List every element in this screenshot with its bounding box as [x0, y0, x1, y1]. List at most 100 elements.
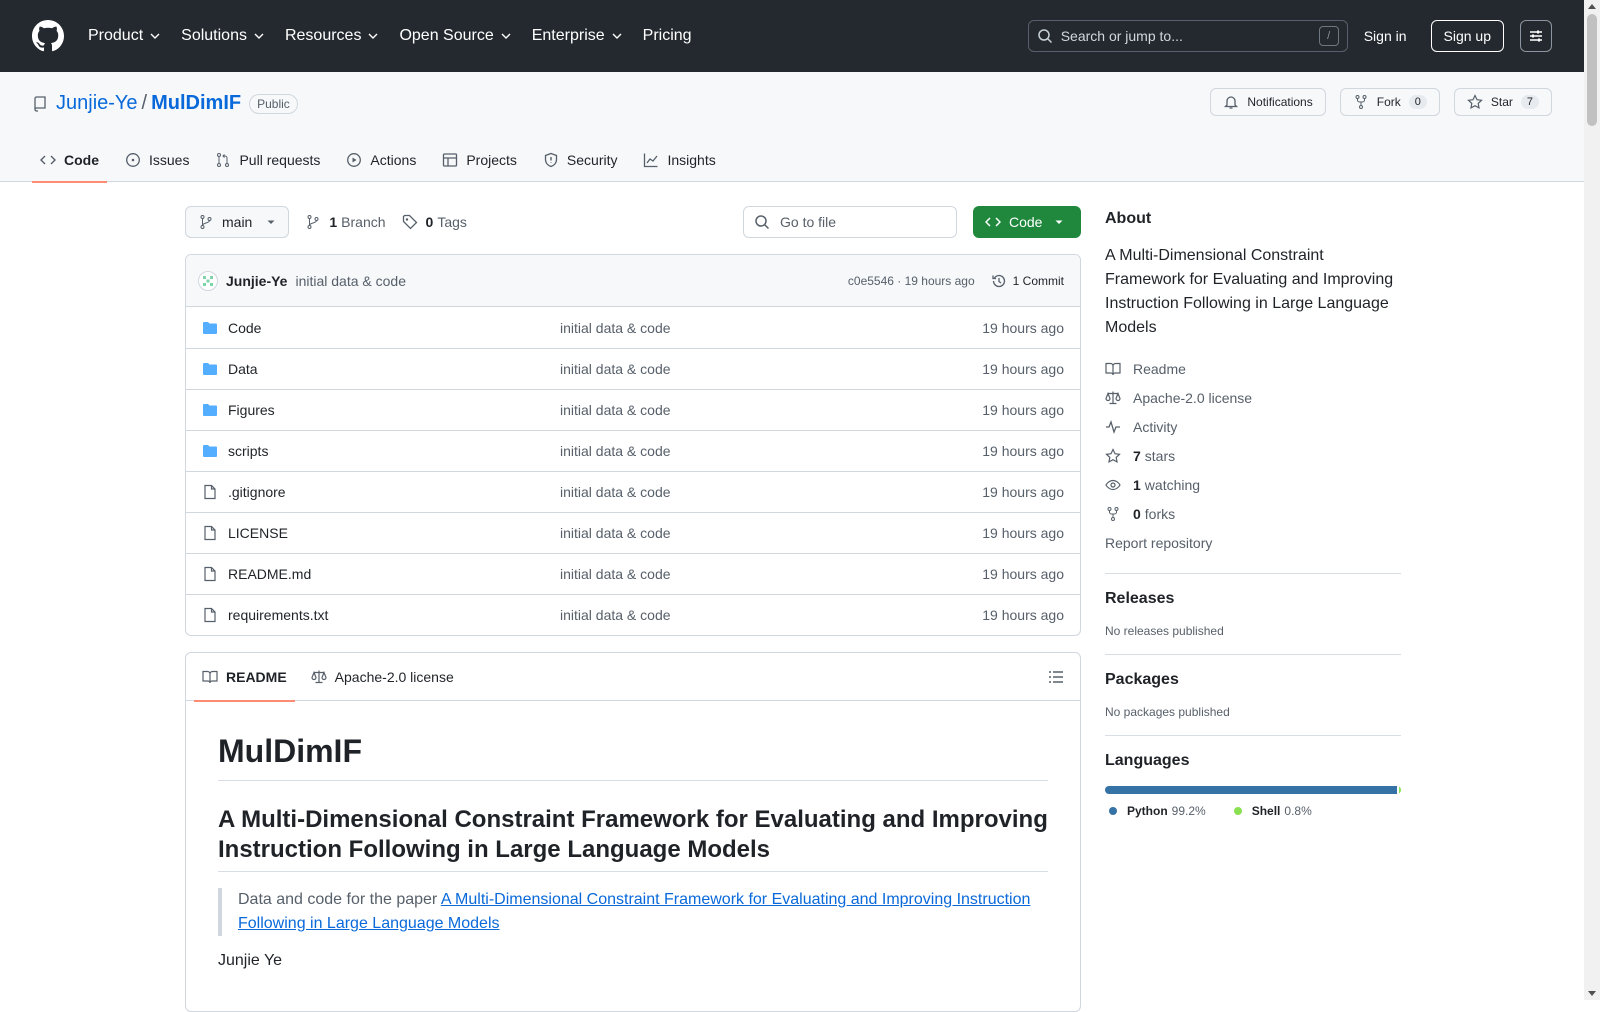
tab-insights[interactable]: Insights	[635, 138, 723, 182]
language-item[interactable]: Shell 0.8%	[1230, 804, 1312, 818]
activity-link[interactable]: Activity	[1105, 412, 1401, 441]
file-icon	[202, 484, 220, 500]
file-name-link[interactable]: Data	[228, 361, 560, 377]
nav-product[interactable]: Product	[88, 27, 161, 45]
file-commit-message[interactable]: initial data & code	[560, 361, 982, 377]
tab-issues[interactable]: Issues	[117, 138, 197, 182]
file-age: 19 hours ago	[982, 319, 1064, 336]
file-name-link[interactable]: LICENSE	[228, 525, 560, 541]
list-outline-icon[interactable]	[1048, 669, 1064, 685]
table-row[interactable]: Data initial data & code 19 hours ago	[186, 348, 1080, 389]
repo-icon	[32, 95, 48, 112]
stars-link[interactable]: 7 stars	[1105, 441, 1401, 470]
table-row[interactable]: requirements.txt initial data & code 19 ho…	[186, 594, 1080, 635]
file-name-link[interactable]: Figures	[228, 402, 560, 418]
book-icon	[202, 669, 218, 685]
commit-message[interactable]: initial data & code	[295, 273, 406, 289]
scroll-down-icon[interactable]	[1588, 991, 1596, 996]
caret-down-icon	[266, 217, 276, 227]
readme-link[interactable]: Readme	[1105, 354, 1401, 383]
tab-readme[interactable]: README	[194, 653, 295, 702]
sign-in-link[interactable]: Sign in	[1364, 28, 1407, 44]
table-row[interactable]: .gitignore initial data & code 19 hours ag…	[186, 471, 1080, 512]
file-commit-message[interactable]: initial data & code	[560, 443, 982, 459]
avatar[interactable]	[198, 270, 218, 291]
scroll-up-icon[interactable]	[1588, 4, 1596, 9]
table-row[interactable]: Figures initial data & code 19 hours ago	[186, 389, 1080, 430]
watchers-link[interactable]: 1 watching	[1105, 470, 1401, 499]
tab-pull-requests[interactable]: Pull requests	[207, 138, 328, 182]
repo-owner-link[interactable]: Junjie-Ye	[56, 92, 138, 115]
packages-empty-text: No packages published	[1105, 705, 1230, 719]
forks-link[interactable]: 0 forks	[1105, 499, 1401, 528]
star-label: Star	[1490, 95, 1513, 109]
scroll-thumb[interactable]	[1587, 14, 1597, 126]
nav-label: Enterprise	[531, 27, 605, 44]
commit-hash-time[interactable]: c0e5546 · 19 hours ago	[848, 274, 975, 288]
commits-link[interactable]: 1 Commit	[991, 273, 1064, 289]
nav-resources[interactable]: Resources	[285, 27, 379, 45]
readme-subtitle: A Multi-Dimensional Constraint Framework…	[218, 805, 1048, 872]
tab-label: Apache-2.0 license	[334, 668, 454, 685]
nav-enterprise[interactable]: Enterprise	[532, 27, 623, 45]
license-link-label: Apache-2.0 license	[1133, 389, 1253, 406]
github-logo-icon[interactable]	[32, 20, 64, 52]
language-item[interactable]: Python 99.2%	[1105, 804, 1206, 818]
tag-icon	[402, 214, 418, 230]
file-commit-message[interactable]: initial data & code	[560, 607, 982, 623]
branch-select-button[interactable]: main	[185, 206, 290, 238]
file-commit-message[interactable]: initial data & code	[560, 402, 982, 418]
tab-projects[interactable]: Projects	[434, 138, 525, 182]
search-icon	[1037, 28, 1053, 44]
tags-count: 0	[425, 214, 434, 230]
table-row[interactable]: LICENSE initial data & code 19 hours ago	[186, 512, 1080, 553]
watching-label: watching	[1144, 476, 1201, 493]
tab-label: Security	[566, 152, 618, 168]
code-dropdown-button[interactable]: Code	[973, 206, 1081, 238]
tab-license[interactable]: Apache-2.0 license	[303, 653, 462, 701]
license-link[interactable]: Apache-2.0 license	[1105, 383, 1401, 412]
history-icon	[991, 273, 1007, 289]
file-name-link[interactable]: Code	[228, 320, 560, 336]
file-commit-message[interactable]: initial data & code	[560, 320, 982, 336]
star-button[interactable]: Star 7	[1453, 88, 1552, 116]
tab-actions[interactable]: Actions	[338, 138, 424, 182]
table-row[interactable]: README.md initial data & code 19 hours ago	[186, 553, 1080, 594]
releases-heading[interactable]: Releases	[1105, 590, 1401, 608]
search-input[interactable]: Search or jump to... /	[1027, 20, 1348, 52]
file-name-link[interactable]: README.md	[228, 566, 560, 582]
table-row[interactable]: Code initial data & code 19 hours ago	[186, 307, 1080, 348]
fork-button[interactable]: Fork 0	[1339, 88, 1440, 116]
page-scrollbar[interactable]	[1584, 0, 1600, 1000]
tab-code[interactable]: Code	[32, 138, 107, 183]
commit-author[interactable]: Junjie-Ye	[226, 273, 287, 289]
nav-pricing[interactable]: Pricing	[643, 27, 692, 45]
report-repository-link[interactable]: Report repository	[1105, 528, 1401, 557]
notifications-button[interactable]: Notifications	[1210, 88, 1326, 116]
nav-open-source[interactable]: Open Source	[399, 27, 511, 45]
file-icon	[202, 525, 220, 541]
quote-text: Data and code for the paper	[238, 891, 441, 908]
file-name-link[interactable]: scripts	[228, 443, 560, 459]
file-name-link[interactable]: requirements.txt	[228, 607, 560, 623]
file-name-link[interactable]: .gitignore	[228, 484, 560, 500]
global-menu-button[interactable]	[1520, 20, 1552, 52]
file-commit-message[interactable]: initial data & code	[560, 484, 982, 500]
table-row[interactable]: scripts initial data & code 19 hours ago	[186, 430, 1080, 471]
star-icon	[1105, 447, 1121, 464]
packages-heading[interactable]: Packages	[1105, 671, 1401, 689]
issue-icon	[125, 152, 141, 168]
go-to-file-input[interactable]: Go to file	[743, 206, 957, 238]
code-icon	[985, 214, 1001, 230]
nav-solutions[interactable]: Solutions	[181, 27, 265, 45]
language-percent: 0.8%	[1284, 804, 1312, 818]
file-commit-message[interactable]: initial data & code	[560, 566, 982, 582]
branches-link[interactable]: 1 Branch	[305, 214, 386, 230]
file-commit-message[interactable]: initial data & code	[560, 525, 982, 541]
nav-label: Product	[88, 27, 144, 44]
sign-up-button[interactable]: Sign up	[1430, 20, 1504, 52]
repo-header: Junjie-Ye / MulDimIF Public Notification…	[0, 72, 1584, 183]
tags-link[interactable]: 0 Tags	[402, 214, 467, 230]
repo-name-link[interactable]: MulDimIF	[151, 92, 241, 115]
tab-security[interactable]: Security	[535, 138, 626, 182]
